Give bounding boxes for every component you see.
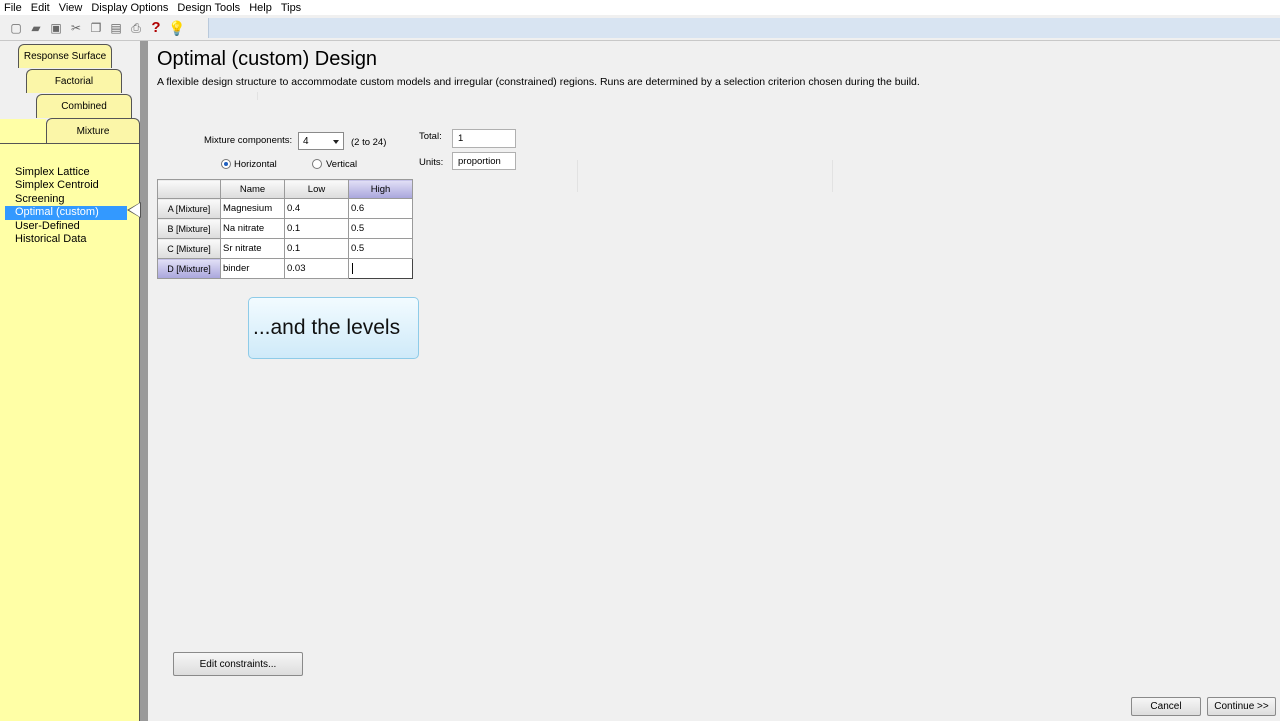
column-header-name[interactable]: Name — [220, 179, 285, 199]
components-value: 4 — [303, 136, 309, 147]
grid-corner — [157, 179, 221, 199]
page-description: A flexible design structure to accommoda… — [157, 76, 920, 88]
column-header-low[interactable]: Low — [284, 179, 349, 199]
row-header[interactable]: D [Mixture] — [157, 258, 221, 279]
tab-mixture[interactable]: Mixture — [46, 118, 140, 144]
row-header[interactable]: B [Mixture] — [157, 218, 221, 239]
tip-bulb-icon[interactable]: 💡 — [168, 20, 185, 36]
horizontal-radio[interactable] — [221, 159, 231, 169]
tutorial-callout: ...and the levels — [248, 297, 419, 359]
vertical-radio[interactable] — [312, 159, 322, 169]
total-input[interactable]: 1 — [452, 129, 516, 148]
continue-button[interactable]: Continue >> — [1207, 697, 1276, 716]
horizontal-label: Horizontal — [234, 159, 277, 170]
tab-response-surface[interactable]: Response Surface — [18, 44, 112, 68]
design-type-panel: Response Surface Factorial Combined Mixt… — [0, 41, 148, 721]
menu-file[interactable]: File — [4, 2, 22, 14]
tab-combined[interactable]: Combined — [36, 94, 132, 118]
menu-bar: File Edit View Display Options Design To… — [0, 0, 1280, 15]
low-cell[interactable]: 0.03 — [284, 258, 349, 279]
name-cell[interactable]: Magnesium — [220, 198, 285, 219]
toolbar: ▢ ▰ ▣ ✂ ❐ ▤ ⎙ ? 💡 — [0, 15, 1280, 41]
components-grid: Name Low High A [Mixture] Magnesium 0.4 … — [157, 179, 413, 279]
low-cell[interactable]: 0.1 — [284, 238, 349, 259]
components-select[interactable]: 4 — [298, 132, 344, 150]
units-input[interactable]: proportion — [452, 152, 516, 170]
row-header[interactable]: C [Mixture] — [157, 238, 221, 259]
new-icon[interactable]: ▢ — [8, 20, 24, 36]
components-label: Mixture components: — [204, 135, 293, 146]
panel-divider — [140, 41, 148, 721]
menu-help[interactable]: Help — [249, 2, 272, 14]
low-cell[interactable]: 0.1 — [284, 218, 349, 239]
high-cell[interactable]: 0.5 — [348, 238, 413, 259]
menu-edit[interactable]: Edit — [31, 2, 50, 14]
design-user-defined[interactable]: User-Defined — [5, 220, 127, 233]
print-icon[interactable]: ⎙ — [128, 20, 144, 36]
high-cell-editing[interactable] — [348, 258, 413, 279]
units-label: Units: — [419, 157, 444, 168]
name-cell[interactable]: Sr nitrate — [220, 238, 285, 259]
high-cell[interactable]: 0.5 — [348, 218, 413, 239]
menu-view[interactable]: View — [59, 2, 83, 14]
table-row: D [Mixture] binder 0.03 — [157, 258, 413, 279]
menu-tips[interactable]: Tips — [281, 2, 301, 14]
menu-display-options[interactable]: Display Options — [91, 2, 168, 14]
design-optimal-custom[interactable]: Optimal (custom) — [5, 206, 127, 220]
vertical-label: Vertical — [326, 159, 358, 170]
save-icon[interactable]: ▣ — [48, 20, 64, 36]
open-icon[interactable]: ▰ — [28, 20, 44, 36]
cancel-button[interactable]: Cancel — [1131, 697, 1201, 716]
name-cell[interactable]: Na nitrate — [220, 218, 285, 239]
design-simplex-lattice[interactable]: Simplex Lattice — [5, 166, 127, 179]
paste-icon[interactable]: ▤ — [108, 20, 124, 36]
components-range: (2 to 24) — [351, 137, 387, 148]
total-label: Total: — [419, 131, 442, 142]
chevron-down-icon — [333, 140, 339, 144]
low-cell[interactable]: 0.4 — [284, 198, 349, 219]
design-simplex-centroid[interactable]: Simplex Centroid — [5, 179, 127, 192]
row-header[interactable]: A [Mixture] — [157, 198, 221, 219]
toolbar-blank-area — [208, 18, 1280, 38]
help-icon[interactable]: ? — [148, 20, 164, 36]
cut-icon[interactable]: ✂ — [68, 20, 84, 36]
name-cell[interactable]: binder — [220, 258, 285, 279]
column-header-high[interactable]: High — [348, 179, 413, 199]
edit-constraints-button[interactable]: Edit constraints... — [173, 652, 303, 676]
tab-factorial[interactable]: Factorial — [26, 69, 122, 93]
copy-icon[interactable]: ❐ — [88, 20, 104, 36]
design-screening[interactable]: Screening — [5, 193, 127, 206]
page-title: Optimal (custom) Design — [157, 48, 378, 70]
table-row: B [Mixture] Na nitrate 0.1 0.5 — [157, 218, 413, 239]
table-row: A [Mixture] Magnesium 0.4 0.6 — [157, 198, 413, 219]
menu-design-tools[interactable]: Design Tools — [177, 2, 240, 14]
design-list: Simplex Lattice Simplex Centroid Screeni… — [5, 166, 127, 246]
high-cell[interactable]: 0.6 — [348, 198, 413, 219]
table-row: C [Mixture] Sr nitrate 0.1 0.5 — [157, 238, 413, 259]
text-caret — [352, 263, 353, 274]
design-historical-data[interactable]: Historical Data — [5, 233, 127, 246]
grid-header-row: Name Low High — [157, 179, 413, 199]
